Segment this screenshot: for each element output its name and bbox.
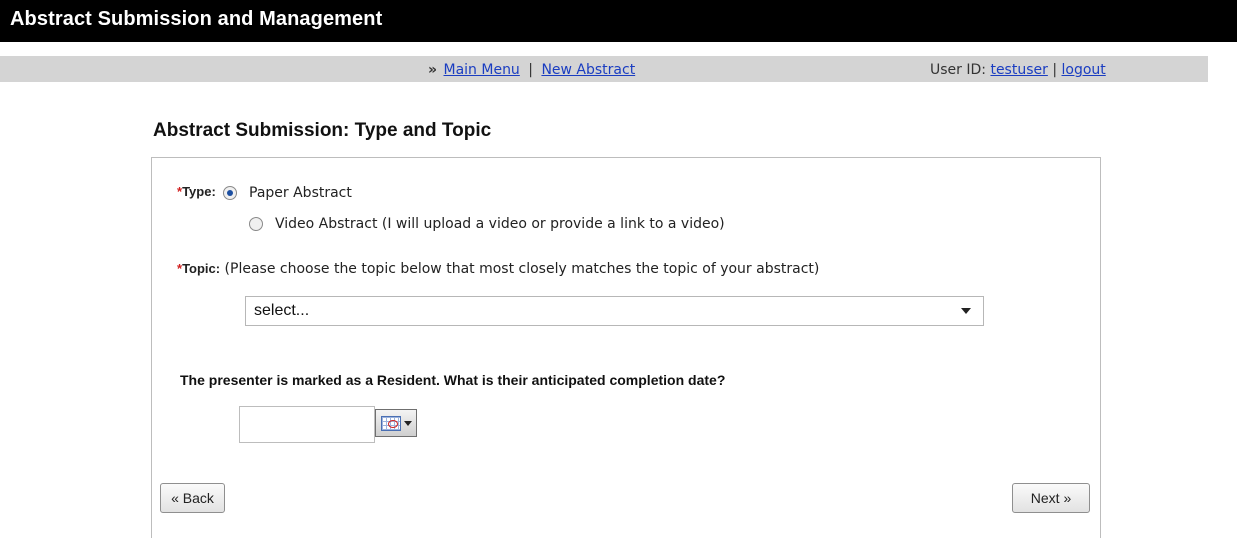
app-title: Abstract Submission and Management	[10, 8, 383, 30]
logout-link[interactable]: logout	[1062, 62, 1106, 78]
user-separator: |	[1052, 62, 1058, 78]
completion-date-question: The presenter is marked as a Resident. W…	[180, 372, 726, 388]
nav-arrow-icon: »	[428, 62, 438, 78]
calendar-icon	[380, 415, 401, 431]
radio-unselected-icon[interactable]	[249, 217, 263, 231]
user-id-label: User ID:	[930, 62, 986, 78]
topic-select[interactable]: select...	[245, 296, 984, 326]
topic-label-text: Topic:	[182, 261, 221, 276]
back-button[interactable]: « Back	[160, 483, 225, 513]
completion-date-input[interactable]	[239, 406, 375, 443]
nav-links: » Main Menu | New Abstract	[428, 62, 635, 78]
topic-row: *Topic: (Please choose the topic below t…	[177, 261, 819, 277]
app-header: Abstract Submission and Management	[0, 0, 1237, 42]
topic-select-value: select...	[254, 302, 310, 319]
page-title: Abstract Submission: Type and Topic	[153, 120, 492, 141]
form-panel	[151, 157, 1101, 538]
type-option-video-label: Video Abstract (I will upload a video or…	[275, 216, 725, 232]
topic-hint: (Please choose the topic below that most…	[224, 261, 820, 277]
user-id-link[interactable]: testuser	[990, 62, 1047, 78]
radio-selected-icon[interactable]	[223, 186, 237, 200]
calendar-picker-button[interactable]	[375, 409, 417, 437]
type-option-paper-label: Paper Abstract	[249, 185, 352, 201]
type-option-video[interactable]: Video Abstract (I will upload a video or…	[249, 216, 725, 232]
user-info: User ID: testuser | logout	[930, 62, 1106, 78]
dropdown-arrow-icon	[403, 420, 412, 426]
nav-separator: |	[528, 62, 533, 78]
type-label: *Type:	[177, 184, 216, 199]
next-button[interactable]: Next »	[1012, 483, 1090, 513]
topic-label: *Topic:	[177, 261, 220, 276]
main-menu-link[interactable]: Main Menu	[444, 62, 520, 78]
type-option-paper[interactable]: Paper Abstract	[223, 185, 352, 201]
new-abstract-link[interactable]: New Abstract	[541, 62, 635, 78]
chevron-down-icon	[961, 308, 971, 314]
type-label-text: Type:	[182, 184, 216, 199]
